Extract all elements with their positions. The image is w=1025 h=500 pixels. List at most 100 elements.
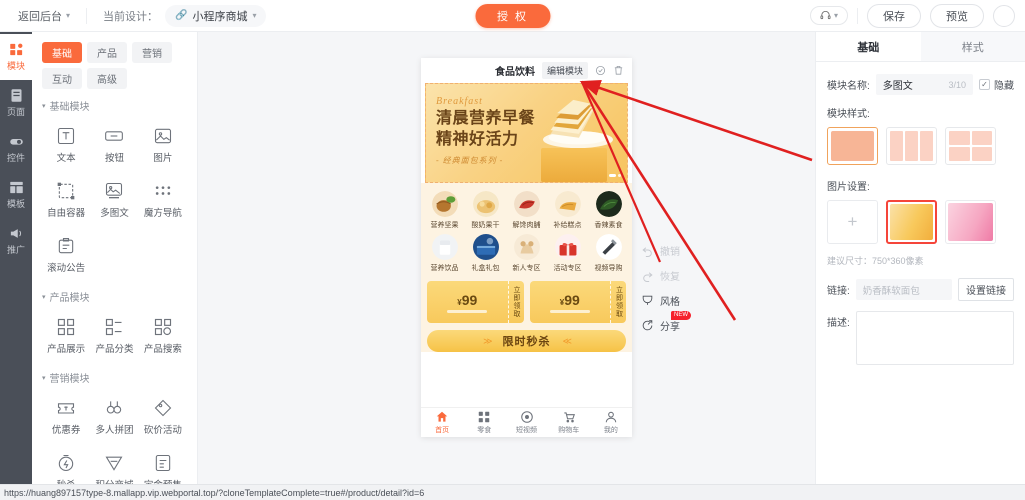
module-name-input[interactable]: 多图文 3/10	[875, 74, 973, 95]
category-item[interactable]: 酸奶果干	[465, 191, 506, 230]
chevron-down-icon: ▾	[252, 11, 257, 20]
category-item[interactable]: 视频导购	[588, 234, 629, 273]
hide-eye-icon[interactable]	[595, 65, 606, 76]
module-points-mall[interactable]: 积分商城	[90, 444, 138, 484]
share-button[interactable]: 分享 NEW	[641, 311, 701, 338]
tab-basic-properties[interactable]: 基础	[816, 32, 921, 61]
category-item[interactable]: 礼盒礼包	[465, 234, 506, 273]
edit-module-label[interactable]: 编辑模块	[541, 62, 588, 79]
module-flash-sale[interactable]: 秒杀	[42, 444, 90, 484]
image-icon	[154, 128, 171, 144]
module-text[interactable]: 文本	[42, 117, 90, 170]
link-input[interactable]: 奶香酥软面包	[855, 279, 952, 300]
category-item[interactable]: 活动专区	[547, 234, 588, 273]
add-image-button[interactable]: +	[827, 200, 878, 244]
cube-nav-icon	[155, 186, 170, 195]
module-product-grid[interactable]: 产品展示	[42, 308, 90, 361]
image-thumb-orange[interactable]	[886, 200, 937, 244]
rail-item-modules[interactable]: 模块	[0, 34, 32, 80]
description-textarea[interactable]	[855, 311, 1014, 365]
module-container[interactable]: 自由容器	[42, 172, 90, 225]
coupon-card[interactable]: ¥99 立即领取	[427, 281, 524, 323]
undo-button[interactable]: 撤销	[641, 238, 701, 263]
module-product-search[interactable]: 产品搜索	[139, 308, 187, 361]
hide-checkbox[interactable]: ✓ 隐藏	[979, 77, 1014, 92]
tab-style-properties[interactable]: 样式	[920, 32, 1025, 61]
module-group-buy[interactable]: 多人拼团	[90, 389, 138, 442]
tab-interactive[interactable]: 互动	[42, 68, 82, 89]
module-presale[interactable]: 定金预售	[139, 444, 187, 484]
module-multi-image-text[interactable]: 多图文	[90, 172, 138, 225]
coupon-divider	[549, 309, 590, 313]
style-option-four[interactable]	[945, 127, 996, 165]
category-item[interactable]: 营养饮品	[424, 234, 465, 273]
image-thumb-pink[interactable]	[945, 200, 996, 244]
module-group-product: ▾ 产品模块 产品展示 产品分类 产品搜索	[32, 280, 197, 361]
rail-item-promotion[interactable]: 推广	[0, 218, 32, 264]
module-image[interactable]: 图片	[139, 117, 187, 170]
group-title-product[interactable]: ▾ 产品模块	[42, 289, 187, 304]
coupon-card[interactable]: ¥99 立即领取	[529, 281, 626, 323]
rail-item-widgets[interactable]: 控件	[0, 126, 32, 172]
promotion-icon	[10, 229, 21, 238]
tabbar-item-profile[interactable]: 我的	[590, 410, 632, 435]
style-option-single[interactable]	[827, 127, 878, 165]
banner-sub: - 经典面包系列 -	[436, 155, 504, 165]
category-item[interactable]: 补给糕点	[547, 191, 588, 230]
widgets-icon	[9, 139, 23, 145]
tabbar-item-video[interactable]: 短视频	[505, 410, 547, 435]
tabbar-item-home[interactable]: 首页	[421, 410, 463, 435]
module-label: 积分商城	[95, 477, 133, 484]
group-title-basic[interactable]: ▾ 基础模块	[42, 98, 187, 113]
announcement-icon	[58, 237, 74, 254]
tab-basic[interactable]: 基础	[42, 42, 82, 63]
set-link-button[interactable]: 设置链接	[958, 278, 1014, 301]
save-button[interactable]: 保存	[867, 3, 921, 28]
module-group-basic: ▾ 基础模块 文本 按钮 图片 自由容器 多图文 魔方导航 滚动公告	[32, 89, 197, 280]
project-selector[interactable]: 🔗 小程序商城 ▾	[165, 4, 267, 27]
authorize-button[interactable]: 授 权	[474, 3, 551, 28]
coupon-action[interactable]: 立即领取	[610, 281, 626, 323]
flash-sale-banner[interactable]: ≫ 限时秒杀 ≪	[427, 330, 626, 352]
category-item[interactable]: 新人专区	[506, 234, 547, 273]
preview-button[interactable]: 预览	[930, 3, 984, 28]
module-coupon[interactable]: 优惠券	[42, 389, 90, 442]
module-button[interactable]: 按钮	[90, 117, 138, 170]
module-label: 多图文	[100, 208, 129, 219]
delete-icon[interactable]	[613, 65, 624, 76]
chevron-down-icon: ▾	[42, 293, 46, 301]
tab-marketing[interactable]: 营销	[132, 42, 172, 63]
multi-image-text-icon	[106, 182, 123, 199]
image-preview	[890, 204, 933, 240]
tabbar-item-snacks[interactable]: 零食	[463, 410, 505, 435]
more-options-button[interactable]	[993, 4, 1015, 27]
coupon-icon	[58, 403, 75, 414]
category-item[interactable]: 解馋肉脯	[506, 191, 547, 230]
rail-item-pages[interactable]: 页面	[0, 80, 32, 126]
module-cube-nav[interactable]: 魔方导航	[139, 172, 187, 225]
coupon-row: ¥99 立即领取 ¥99 立即领取	[421, 275, 632, 323]
banner-text: Breakfast 清晨营养早餐 精神好活力 - 经典面包系列 -	[436, 96, 535, 166]
module-bargain[interactable]: 砍价活动	[139, 389, 187, 442]
module-label: 产品分类	[95, 344, 134, 355]
rail-item-templates[interactable]: 模板	[0, 172, 32, 218]
category-item[interactable]: 营养坚果	[424, 191, 465, 230]
group-title-marketing[interactable]: ▾ 营销模块	[42, 370, 187, 385]
module-product-category[interactable]: 产品分类	[90, 308, 138, 361]
tool-label: 分享	[660, 322, 680, 333]
style-button[interactable]: 风格	[641, 288, 701, 313]
redo-button[interactable]: 恢复	[641, 263, 701, 288]
left-rail: 模块 页面 控件 模板 推广	[0, 32, 32, 484]
banner-module[interactable]: Breakfast 清晨营养早餐 精神好活力 - 经典面包系列 -	[425, 83, 628, 183]
support-button[interactable]: ▾	[809, 6, 848, 25]
style-option-three[interactable]	[886, 127, 937, 165]
category-item[interactable]: 香辣素食	[588, 191, 629, 230]
coupon-action[interactable]: 立即领取	[507, 281, 524, 323]
tab-product[interactable]: 产品	[87, 42, 127, 63]
property-body: 模块名称: 多图文 3/10 ✓ 隐藏 模块样式: 图片设置: + 建议尺寸：7…	[816, 62, 1025, 365]
tabbar-item-cart[interactable]: 购物车	[548, 410, 590, 435]
banner-box-shape	[541, 148, 607, 182]
back-to-admin-button[interactable]: 返回后台 ▾	[18, 8, 70, 24]
tab-advanced[interactable]: 高级	[87, 68, 127, 89]
module-announcement[interactable]: 滚动公告	[42, 227, 90, 280]
